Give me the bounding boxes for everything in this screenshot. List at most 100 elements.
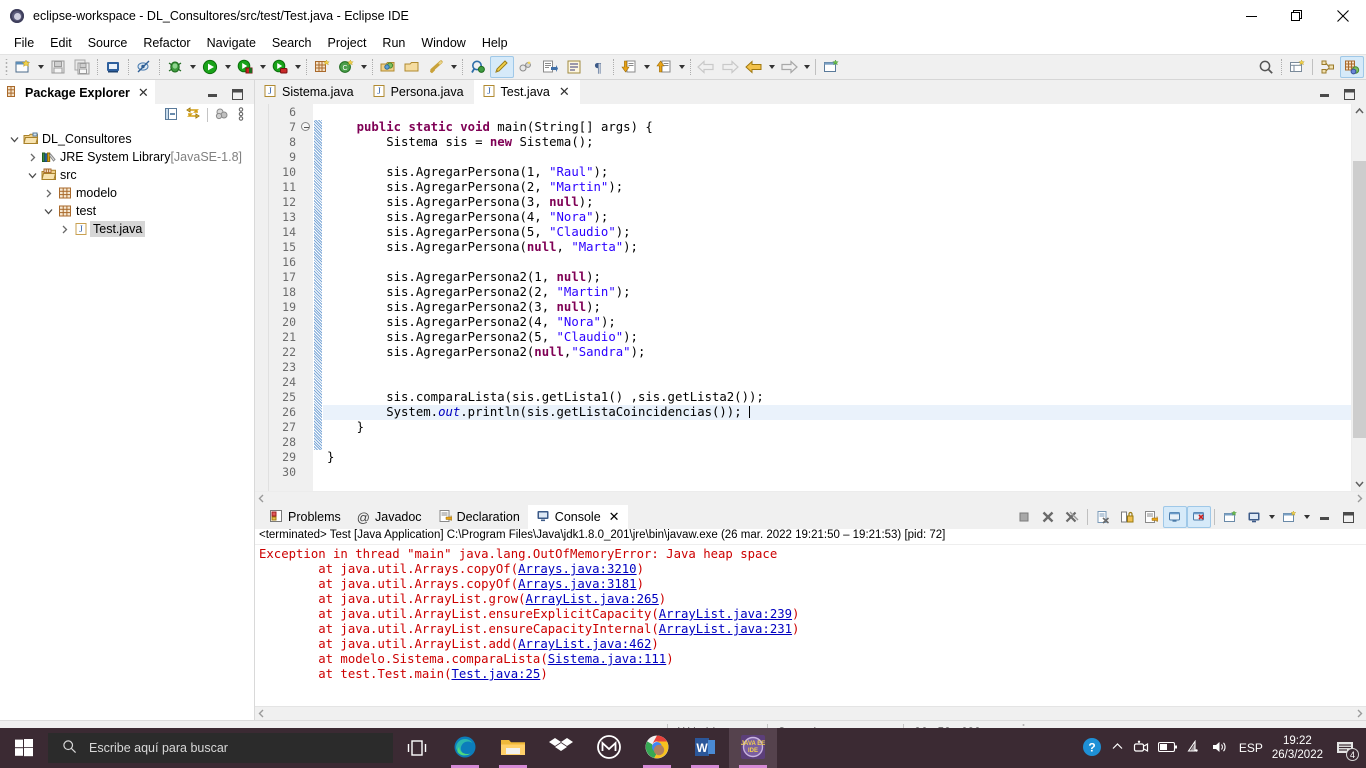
task-view-icon[interactable] [393, 728, 441, 768]
fold-slot[interactable] [299, 149, 313, 164]
new-java-class-dropdown-icon[interactable] [358, 56, 369, 78]
open-type-icon[interactable] [376, 56, 400, 78]
print-icon[interactable] [101, 56, 125, 78]
forward-icon[interactable] [777, 56, 801, 78]
scroll-left-icon[interactable] [257, 707, 266, 721]
code-line[interactable]: sis.AgregarPersona2(5, "Claudio"); [323, 330, 1351, 345]
code-line[interactable]: sis.AgregarPersona2(3, null); [323, 300, 1351, 315]
camera-icon[interactable] [1133, 740, 1149, 757]
tab-test-java[interactable]: J Test.java ✕ [473, 80, 580, 104]
editor-marker-bar[interactable] [255, 104, 269, 491]
editor-folding-bar[interactable] [299, 104, 313, 491]
fold-slot[interactable] [299, 449, 313, 464]
remove-all-terminated-icon[interactable] [1060, 506, 1084, 528]
fold-slot[interactable] [299, 404, 313, 419]
fold-slot[interactable] [299, 359, 313, 374]
code-line[interactable]: sis.AgregarPersona(null, "Marta"); [323, 240, 1351, 255]
stack-trace-link[interactable]: ArrayList.java:265 [526, 592, 659, 606]
editor-horizontal-scrollbar[interactable] [255, 491, 1366, 505]
chevron-right-icon[interactable] [56, 225, 72, 234]
show-console-on-error-icon[interactable] [1187, 506, 1211, 528]
tab-declaration[interactable]: Declaration [430, 505, 528, 529]
show-whitespace-icon[interactable] [562, 56, 586, 78]
menu-window[interactable]: Window [413, 34, 473, 52]
scroll-up-icon[interactable] [1352, 104, 1366, 119]
external-tools-dropdown-icon[interactable] [292, 56, 303, 78]
scrollbar-thumb[interactable] [1353, 161, 1366, 438]
fold-slot[interactable] [299, 164, 313, 179]
tab-sistema-java[interactable]: J Sistema.java [255, 80, 364, 104]
code-line[interactable]: sis.AgregarPersona(2, "Martin"); [323, 180, 1351, 195]
skip-all-breakpoints-dropdown-icon[interactable] [448, 56, 459, 78]
new-java-class-icon[interactable]: C [334, 56, 358, 78]
code-line[interactable]: Sistema sis = new Sistema(); [323, 135, 1351, 150]
tab-package-explorer[interactable]: Package Explorer ✕ [0, 80, 155, 104]
close-icon[interactable]: ✕ [609, 509, 620, 525]
taskbar-language[interactable]: ESP [1239, 741, 1263, 755]
stack-trace-link[interactable]: Arrays.java:3181 [518, 577, 636, 591]
fold-slot[interactable] [299, 179, 313, 194]
code-line[interactable] [323, 105, 1351, 120]
taskbar-clock[interactable]: 19:22 26/3/2022 [1272, 734, 1323, 762]
open-console-dropdown-icon[interactable] [1301, 506, 1312, 528]
help-icon[interactable]: ? [1082, 737, 1102, 760]
menu-search[interactable]: Search [264, 34, 320, 52]
chevron-down-icon[interactable] [40, 207, 56, 216]
fold-slot[interactable] [299, 389, 313, 404]
run-coverage-dropdown-icon[interactable] [257, 56, 268, 78]
console-horizontal-scrollbar[interactable] [255, 706, 1366, 720]
maximize-view-icon[interactable] [231, 88, 244, 104]
fold-slot[interactable] [299, 224, 313, 239]
run-icon[interactable] [198, 56, 222, 78]
stack-trace-link[interactable]: Arrays.java:3210 [518, 562, 636, 576]
chevron-right-icon[interactable] [24, 153, 40, 162]
code-line[interactable] [323, 435, 1351, 450]
pin-console-icon[interactable] [1218, 506, 1242, 528]
link-with-editor-icon[interactable] [185, 106, 201, 125]
code-line[interactable]: public static void main(String[] args) { [323, 120, 1351, 135]
fold-slot[interactable] [299, 134, 313, 149]
volume-icon[interactable] [1212, 740, 1230, 757]
stack-trace-link[interactable]: ArrayList.java:239 [659, 607, 792, 621]
code-line[interactable] [323, 150, 1351, 165]
code-line[interactable]: sis.AgregarPersona2(4, "Nora"); [323, 315, 1351, 330]
close-button[interactable] [1320, 0, 1366, 32]
scroll-lock-icon[interactable] [1115, 506, 1139, 528]
menu-navigate[interactable]: Navigate [199, 34, 264, 52]
minimize-view-icon[interactable] [206, 88, 219, 104]
maximize-view-icon[interactable] [1343, 88, 1356, 104]
code-line[interactable] [323, 465, 1351, 480]
tree-item-test[interactable]: test [0, 202, 254, 220]
minimize-view-icon[interactable] [1312, 506, 1336, 528]
code-line[interactable]: } [323, 420, 1351, 435]
taskbar-app-google-chrome[interactable] [633, 728, 681, 768]
code-line[interactable]: sis.AgregarPersona2(1, null); [323, 270, 1351, 285]
display-selected-console-dropdown-icon[interactable] [1266, 506, 1277, 528]
fold-slot[interactable] [299, 464, 313, 479]
next-annotation-icon[interactable] [538, 56, 562, 78]
minimize-view-icon[interactable] [1318, 88, 1331, 104]
taskbar-app-file-explorer[interactable] [489, 728, 537, 768]
code-line[interactable]: sis.AgregarPersona(1, "Raul"); [323, 165, 1351, 180]
taskbar-app-microsoft-edge[interactable] [441, 728, 489, 768]
taskbar-app-dropbox[interactable] [537, 728, 585, 768]
stack-trace-link[interactable]: ArrayList.java:462 [518, 637, 651, 651]
new-java-package-icon[interactable] [310, 56, 334, 78]
fold-slot[interactable] [299, 419, 313, 434]
toolbar-grip[interactable] [3, 59, 10, 75]
maximize-view-icon[interactable] [1336, 506, 1360, 528]
fold-slot[interactable] [299, 374, 313, 389]
code-line[interactable]: sis.AgregarPersona(5, "Claudio"); [323, 225, 1351, 240]
run-dropdown-icon[interactable] [222, 56, 233, 78]
fold-slot[interactable] [299, 194, 313, 209]
tree-item-dl-consultores[interactable]: DL_Consultores [0, 130, 254, 148]
stack-trace-link[interactable]: Test.java:25 [452, 667, 541, 681]
next-edit-icon[interactable] [617, 56, 641, 78]
tree-item-modelo[interactable]: modelo [0, 184, 254, 202]
link-editor-icon[interactable] [514, 56, 538, 78]
tab-console[interactable]: Console ✕ [527, 505, 628, 529]
fold-slot[interactable] [299, 284, 313, 299]
close-icon[interactable]: ✕ [559, 84, 570, 100]
tree-item-jre-system-library[interactable]: JRE System Library [JavaSE-1.8] [0, 148, 254, 166]
editor-vertical-scrollbar[interactable] [1351, 104, 1366, 491]
